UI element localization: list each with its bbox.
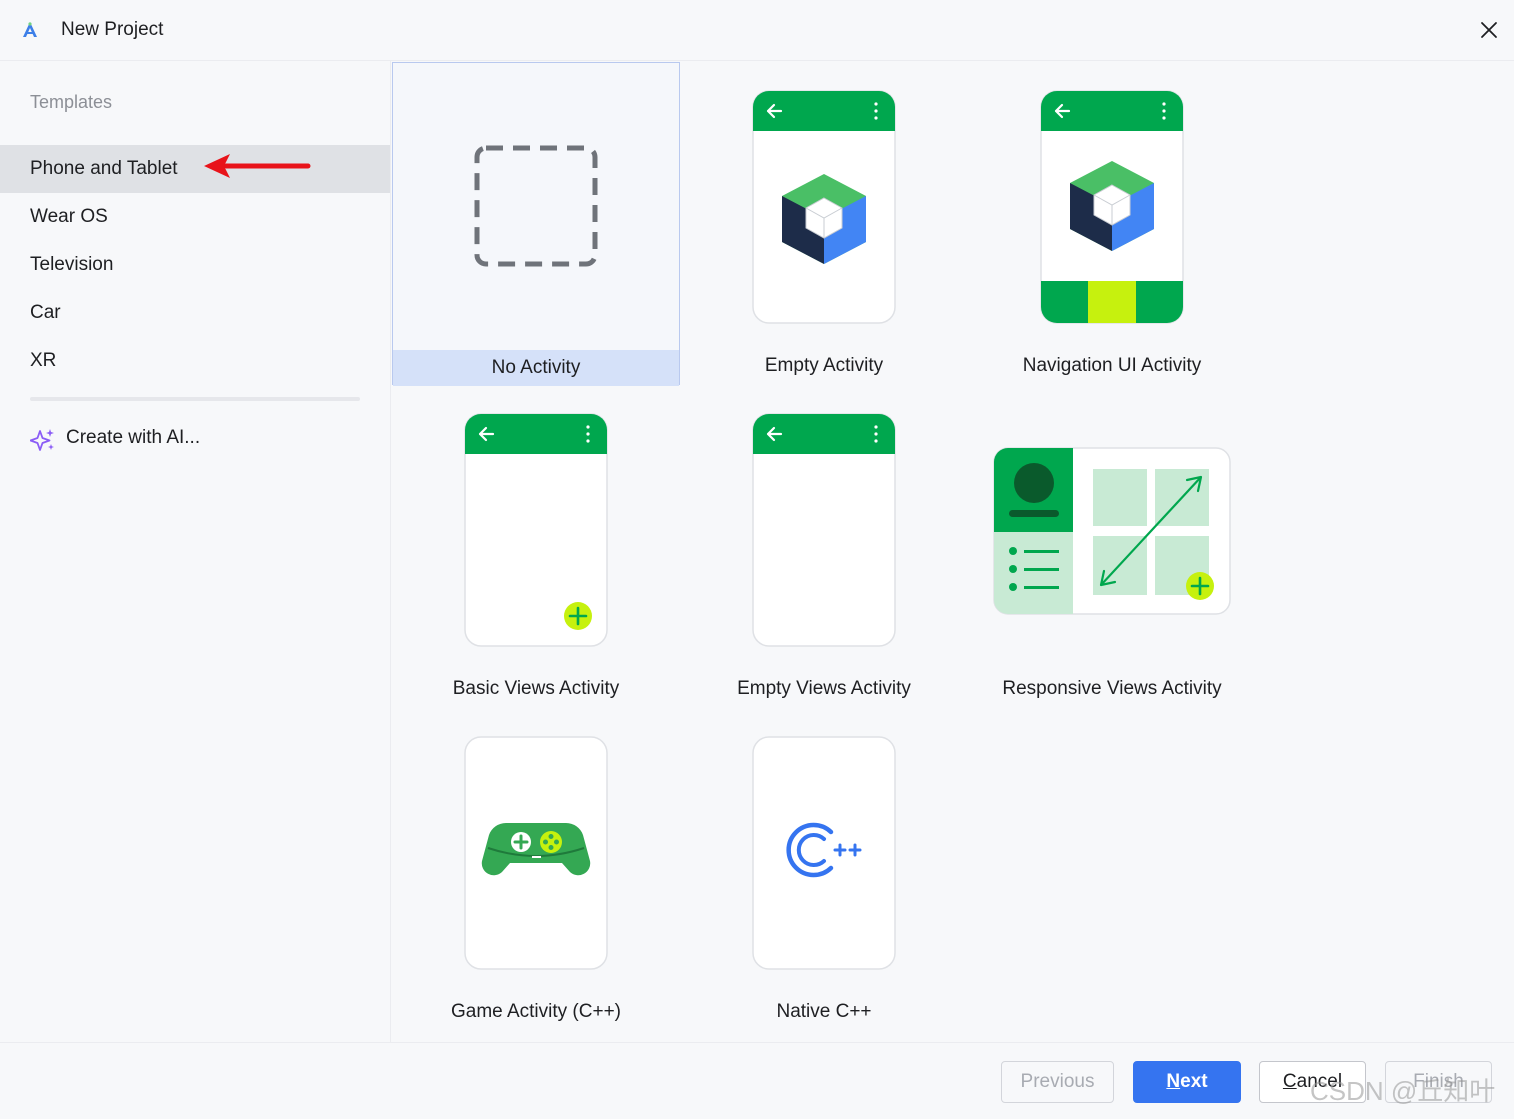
sidebar-item-label: Phone and Tablet [30, 158, 178, 179]
template-card-basic-views-activity[interactable]: Basic Views Activity [392, 385, 680, 708]
template-label: Responsive Views Activity [1002, 678, 1222, 699]
cancel-label: ancel [1296, 1071, 1343, 1092]
sidebar-item-label: Television [30, 254, 114, 275]
next-button[interactable]: Next [1133, 1061, 1241, 1103]
title-bar: New Project [0, 0, 1514, 61]
sidebar-item-label: XR [30, 350, 57, 371]
cancel-mnemonic: C [1282, 1071, 1297, 1092]
sidebar-item-television[interactable]: Television [0, 241, 390, 289]
close-icon[interactable] [1476, 17, 1502, 43]
empty-views-thumbnail [752, 413, 896, 647]
sidebar-item-label: Wear OS [30, 206, 108, 227]
sidebar-divider [30, 397, 360, 401]
template-label: No Activity [393, 350, 679, 386]
previous-button[interactable]: Previous [1001, 1061, 1114, 1103]
dialog-footer: Previous Next Cancel Finish [0, 1042, 1514, 1119]
basic-views-thumbnail [464, 413, 608, 647]
template-card-empty-views-activity[interactable]: Empty Views Activity [680, 385, 968, 708]
template-label: Empty Views Activity [737, 678, 911, 699]
template-card-game-activity-cpp[interactable]: Game Activity (C++) [392, 708, 680, 1031]
no-activity-thumbnail [474, 145, 598, 267]
navigation-ui-thumbnail [1040, 90, 1184, 324]
template-card-empty-activity[interactable]: Empty Activity [680, 62, 968, 385]
template-label: Native C++ [776, 1001, 872, 1022]
sidebar-item-phone-and-tablet[interactable]: Phone and Tablet [0, 145, 390, 193]
template-card-no-activity[interactable]: No Activity [392, 62, 680, 386]
template-card-responsive-views-activity[interactable]: Responsive Views Activity [968, 385, 1256, 708]
responsive-views-thumbnail [993, 447, 1231, 615]
sidebar-item-xr[interactable]: XR [0, 337, 390, 385]
template-label: Basic Views Activity [452, 678, 620, 699]
red-annotation-arrow [204, 154, 311, 178]
template-label: Game Activity (C++) [451, 1001, 621, 1022]
template-card-navigation-ui-activity[interactable]: Navigation UI Activity [968, 62, 1256, 385]
native-cpp-thumbnail [752, 736, 896, 970]
empty-activity-thumbnail [752, 90, 896, 324]
template-label: Navigation UI Activity [1022, 355, 1202, 376]
game-activity-thumbnail [464, 736, 608, 970]
template-label: Empty Activity [764, 355, 884, 376]
sparkle-icon [30, 429, 54, 451]
sidebar-item-label: Car [30, 302, 61, 323]
template-category-sidebar: Templates Phone and Tablet Wear OS Telev… [0, 61, 391, 1042]
next-mnemonic: N [1166, 1071, 1181, 1092]
sidebar-item-car[interactable]: Car [0, 289, 390, 337]
template-card-native-cpp[interactable]: Native C++ [680, 708, 968, 1031]
finish-button[interactable]: Finish [1385, 1061, 1492, 1103]
window-title: New Project [61, 19, 164, 40]
android-studio-icon [23, 22, 37, 37]
cancel-button[interactable]: Cancel [1259, 1061, 1366, 1103]
create-with-ai-label: Create with AI... [66, 427, 201, 448]
sidebar-item-wear-os[interactable]: Wear OS [0, 193, 390, 241]
next-label: ext [1180, 1071, 1208, 1092]
templates-heading: Templates [30, 92, 113, 112]
template-gallery: No Activity Empty Activity Navigation UI… [391, 61, 1514, 1042]
